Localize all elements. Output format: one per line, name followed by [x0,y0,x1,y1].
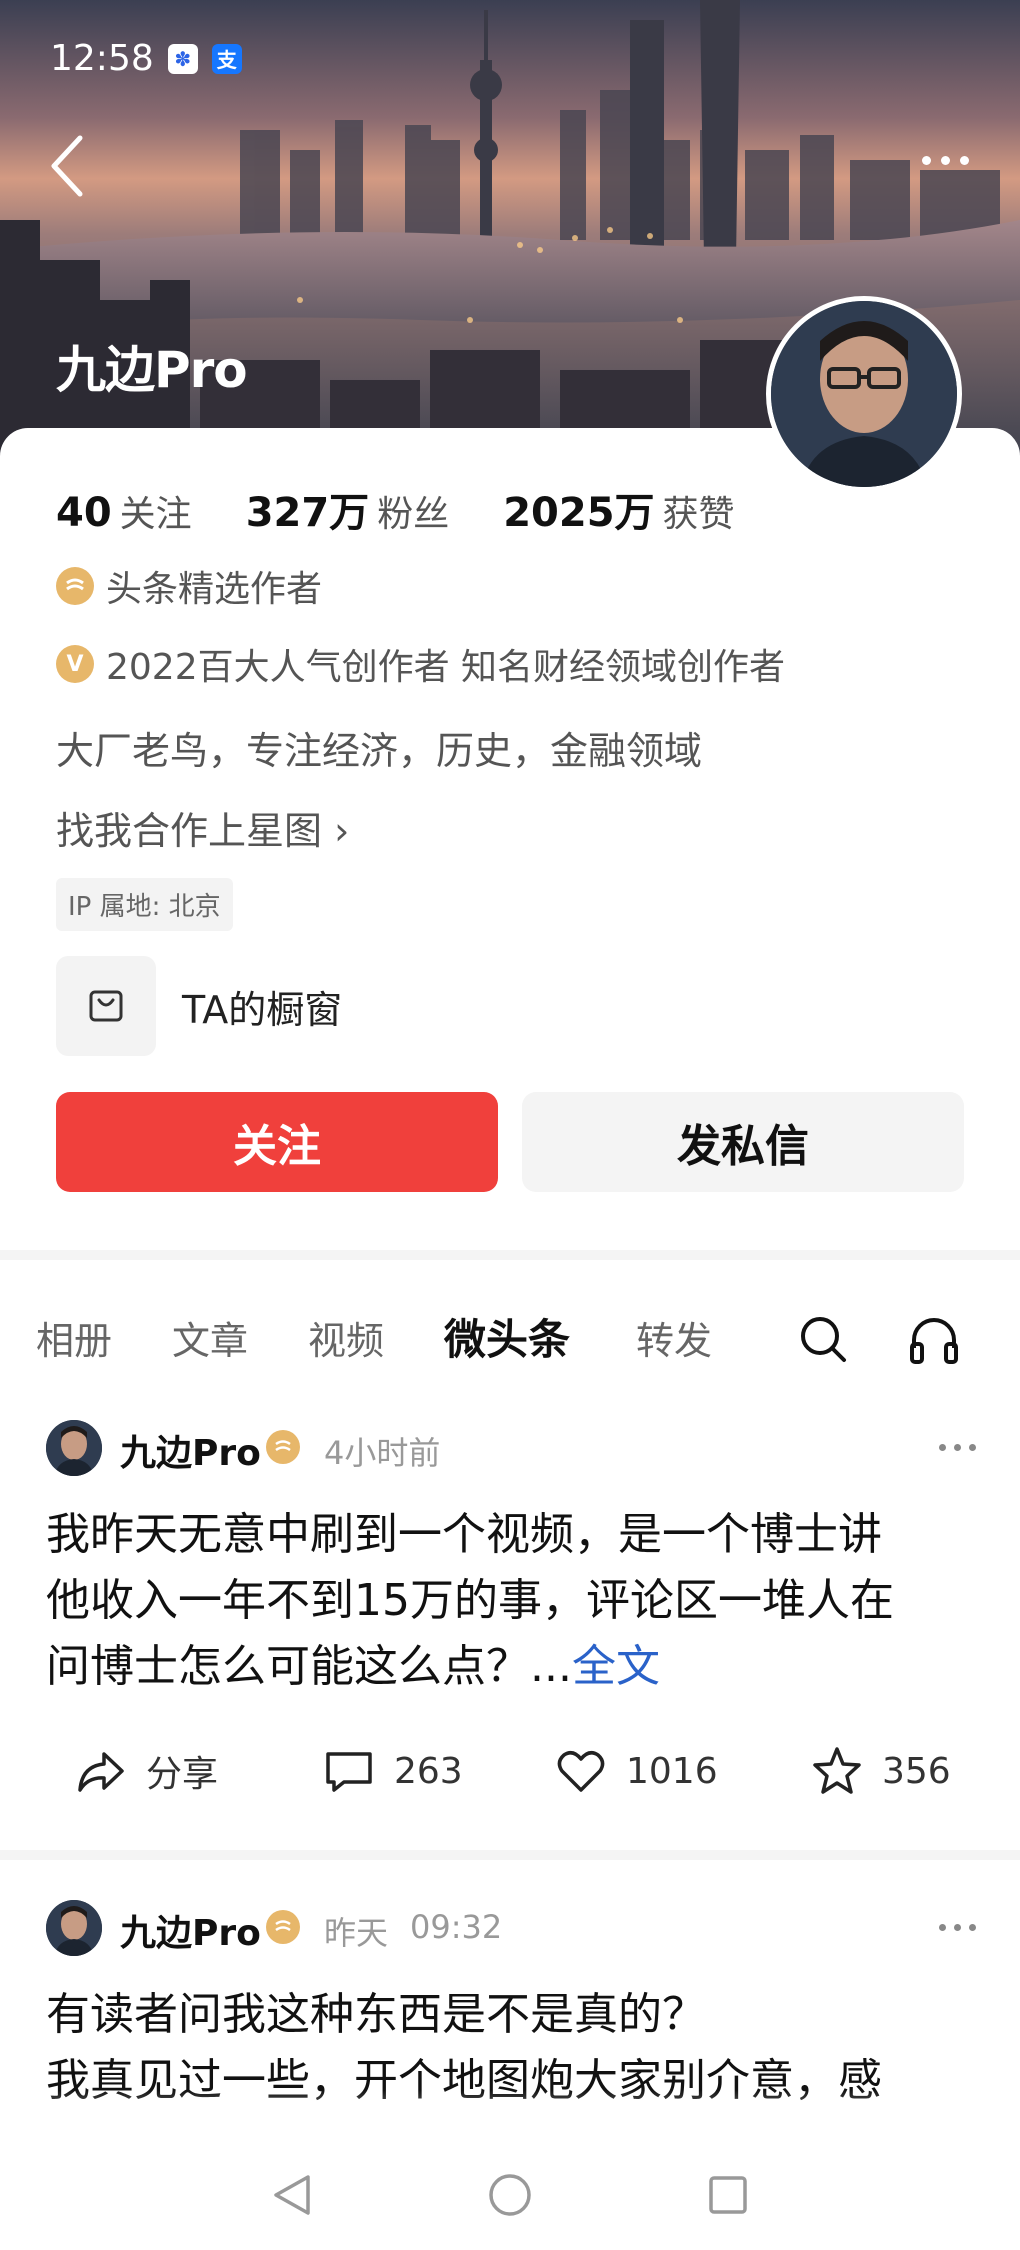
share-button[interactable]: 分享 [74,1744,218,1798]
badge-selected-author[interactable]: 头条精选作者 [56,560,322,612]
shopping-bag-icon [89,990,123,1022]
verified-badge-icon [266,1430,300,1464]
post-time: 09:32 [410,1908,503,1946]
v-badge-icon: V [56,645,94,683]
back-button[interactable] [48,126,108,206]
avatar-portrait-image [46,1900,102,1956]
verified-badge-icon [266,1910,300,1944]
shop-window-entry[interactable]: TA的橱窗 [56,956,342,1056]
feed-post[interactable]: 九边Pro 4小时前 我昨天无意中刷到一个视频，是一个博士讲 他收入一年不到15… [0,1410,1020,1850]
profile-avatar[interactable] [766,296,962,492]
comment-button[interactable]: 263 [322,1744,463,1798]
alipay-app-icon: 支 [211,43,242,74]
shop-icon-box [56,956,156,1056]
post-body[interactable]: 我昨天无意中刷到一个视频，是一个博士讲 他收入一年不到15万的事，评论区一堆人在… [46,1502,976,1700]
badge-text: 2022百大人气创作者 知名财经领域创作者 [106,647,786,688]
post-date: 昨天 [324,1914,389,1952]
system-navigation-bar [0,2140,1020,2250]
dot-icon [940,155,950,165]
dot-icon [921,155,931,165]
ip-location-tag: IP 属地: 北京 [56,878,233,931]
tab-articles[interactable]: 文章 [172,1310,248,1365]
profile-name: 九边Pro [56,341,248,399]
tab-videos[interactable]: 视频 [308,1310,384,1365]
like-count: 1016 [626,1750,718,1792]
post-line: 他收入一年不到15万的事，评论区一堆人在 [46,1575,894,1626]
post-author-name[interactable]: 九边Pro [120,1904,261,1956]
toutiao-badge-icon [56,567,94,605]
profile-card: 40 关注 327万 粉丝 2025万 获赞 头条精选作者 V 2022百大人气创作者… [0,428,1020,1250]
post-author-avatar[interactable] [46,1900,102,1956]
dot-icon [959,155,969,165]
tab-micro-posts[interactable]: 微头条 [444,1306,570,1367]
post-author-name[interactable]: 九边Pro [120,1424,261,1476]
post-author-avatar[interactable] [46,1420,102,1476]
post-more-button[interactable] [939,1924,976,1931]
tab-album[interactable]: 相册 [36,1310,112,1365]
comment-count: 263 [394,1750,463,1792]
dot-icon [939,1444,946,1451]
search-icon[interactable] [796,1312,852,1368]
post-more-button[interactable] [939,1444,976,1451]
content-tabs: 相册 文章 视频 微头条 转发 [0,1300,1020,1380]
stat-value: 327万 [245,490,370,536]
profile-stats: 40 关注 327万 粉丝 2025万 获赞 [56,480,735,538]
status-bar: 12:58 ✽ 支 [50,38,242,79]
post-time: 4小时前 [324,1434,441,1472]
dot-icon [954,1444,961,1451]
stat-label: 粉丝 [377,494,450,535]
profile-bio: 大厂老鸟，专注经济，历史，金融领域 [56,729,703,773]
post-line: 有读者问我这种东西是不是真的？ [46,1989,706,2040]
share-label: 分享 [146,1754,219,1795]
nav-recents-icon[interactable] [704,2171,752,2219]
badge-creator[interactable]: V 2022百大人气创作者 知名财经领域创作者 [56,638,785,690]
stat-value: 40 [56,490,112,536]
like-button[interactable]: 1016 [554,1744,718,1798]
dot-icon [969,1444,976,1451]
tab-reposts[interactable]: 转发 [636,1310,712,1365]
shop-label: TA的橱窗 [182,987,343,1032]
stat-label: 获赞 [662,494,735,535]
post-divider [0,1850,1020,1860]
headphones-icon[interactable] [906,1312,962,1368]
stat-value: 2025万 [503,490,655,536]
stat-following[interactable]: 40 关注 [56,485,192,537]
nav-home-icon[interactable] [486,2171,534,2219]
dot-icon [969,1924,976,1931]
section-divider [0,1250,1020,1260]
avatar-portrait-image [771,301,957,487]
baidu-app-icon: ✽ [167,43,198,74]
favorite-count: 356 [882,1750,951,1792]
post-line-text: 问博士怎么可能这么点？... [46,1641,572,1692]
comment-icon [326,1752,372,1792]
avatar-portrait-image [46,1420,102,1476]
dot-icon [939,1924,946,1931]
status-time: 12:58 [50,38,154,79]
more-options-button[interactable] [910,140,980,180]
heart-icon [557,1751,605,1792]
follow-button[interactable]: 关注 [56,1092,498,1192]
star-icon [813,1747,861,1794]
badge-text: 头条精选作者 [106,569,323,610]
cooperation-link[interactable]: 找我合作上星图 › [56,800,349,855]
stat-followers[interactable]: 327万 粉丝 [246,480,450,538]
share-icon [78,1752,124,1792]
stat-label: 关注 [119,494,192,535]
post-line: 问博士怎么可能这么点？...全文 [46,1634,976,1700]
dot-icon [954,1924,961,1931]
favorite-button[interactable]: 356 [810,1744,951,1798]
chevron-left-icon [51,135,83,197]
post-actions: 分享 263 1016 356 [0,1744,1020,1804]
post-line: 我昨天无意中刷到一个视频，是一个博士讲 [46,1509,882,1560]
nav-back-icon[interactable] [268,2171,316,2219]
read-full-link[interactable]: 全文 [572,1641,660,1692]
send-message-button[interactable]: 发私信 [522,1092,964,1192]
stat-likes[interactable]: 2025万 获赞 [503,480,734,538]
